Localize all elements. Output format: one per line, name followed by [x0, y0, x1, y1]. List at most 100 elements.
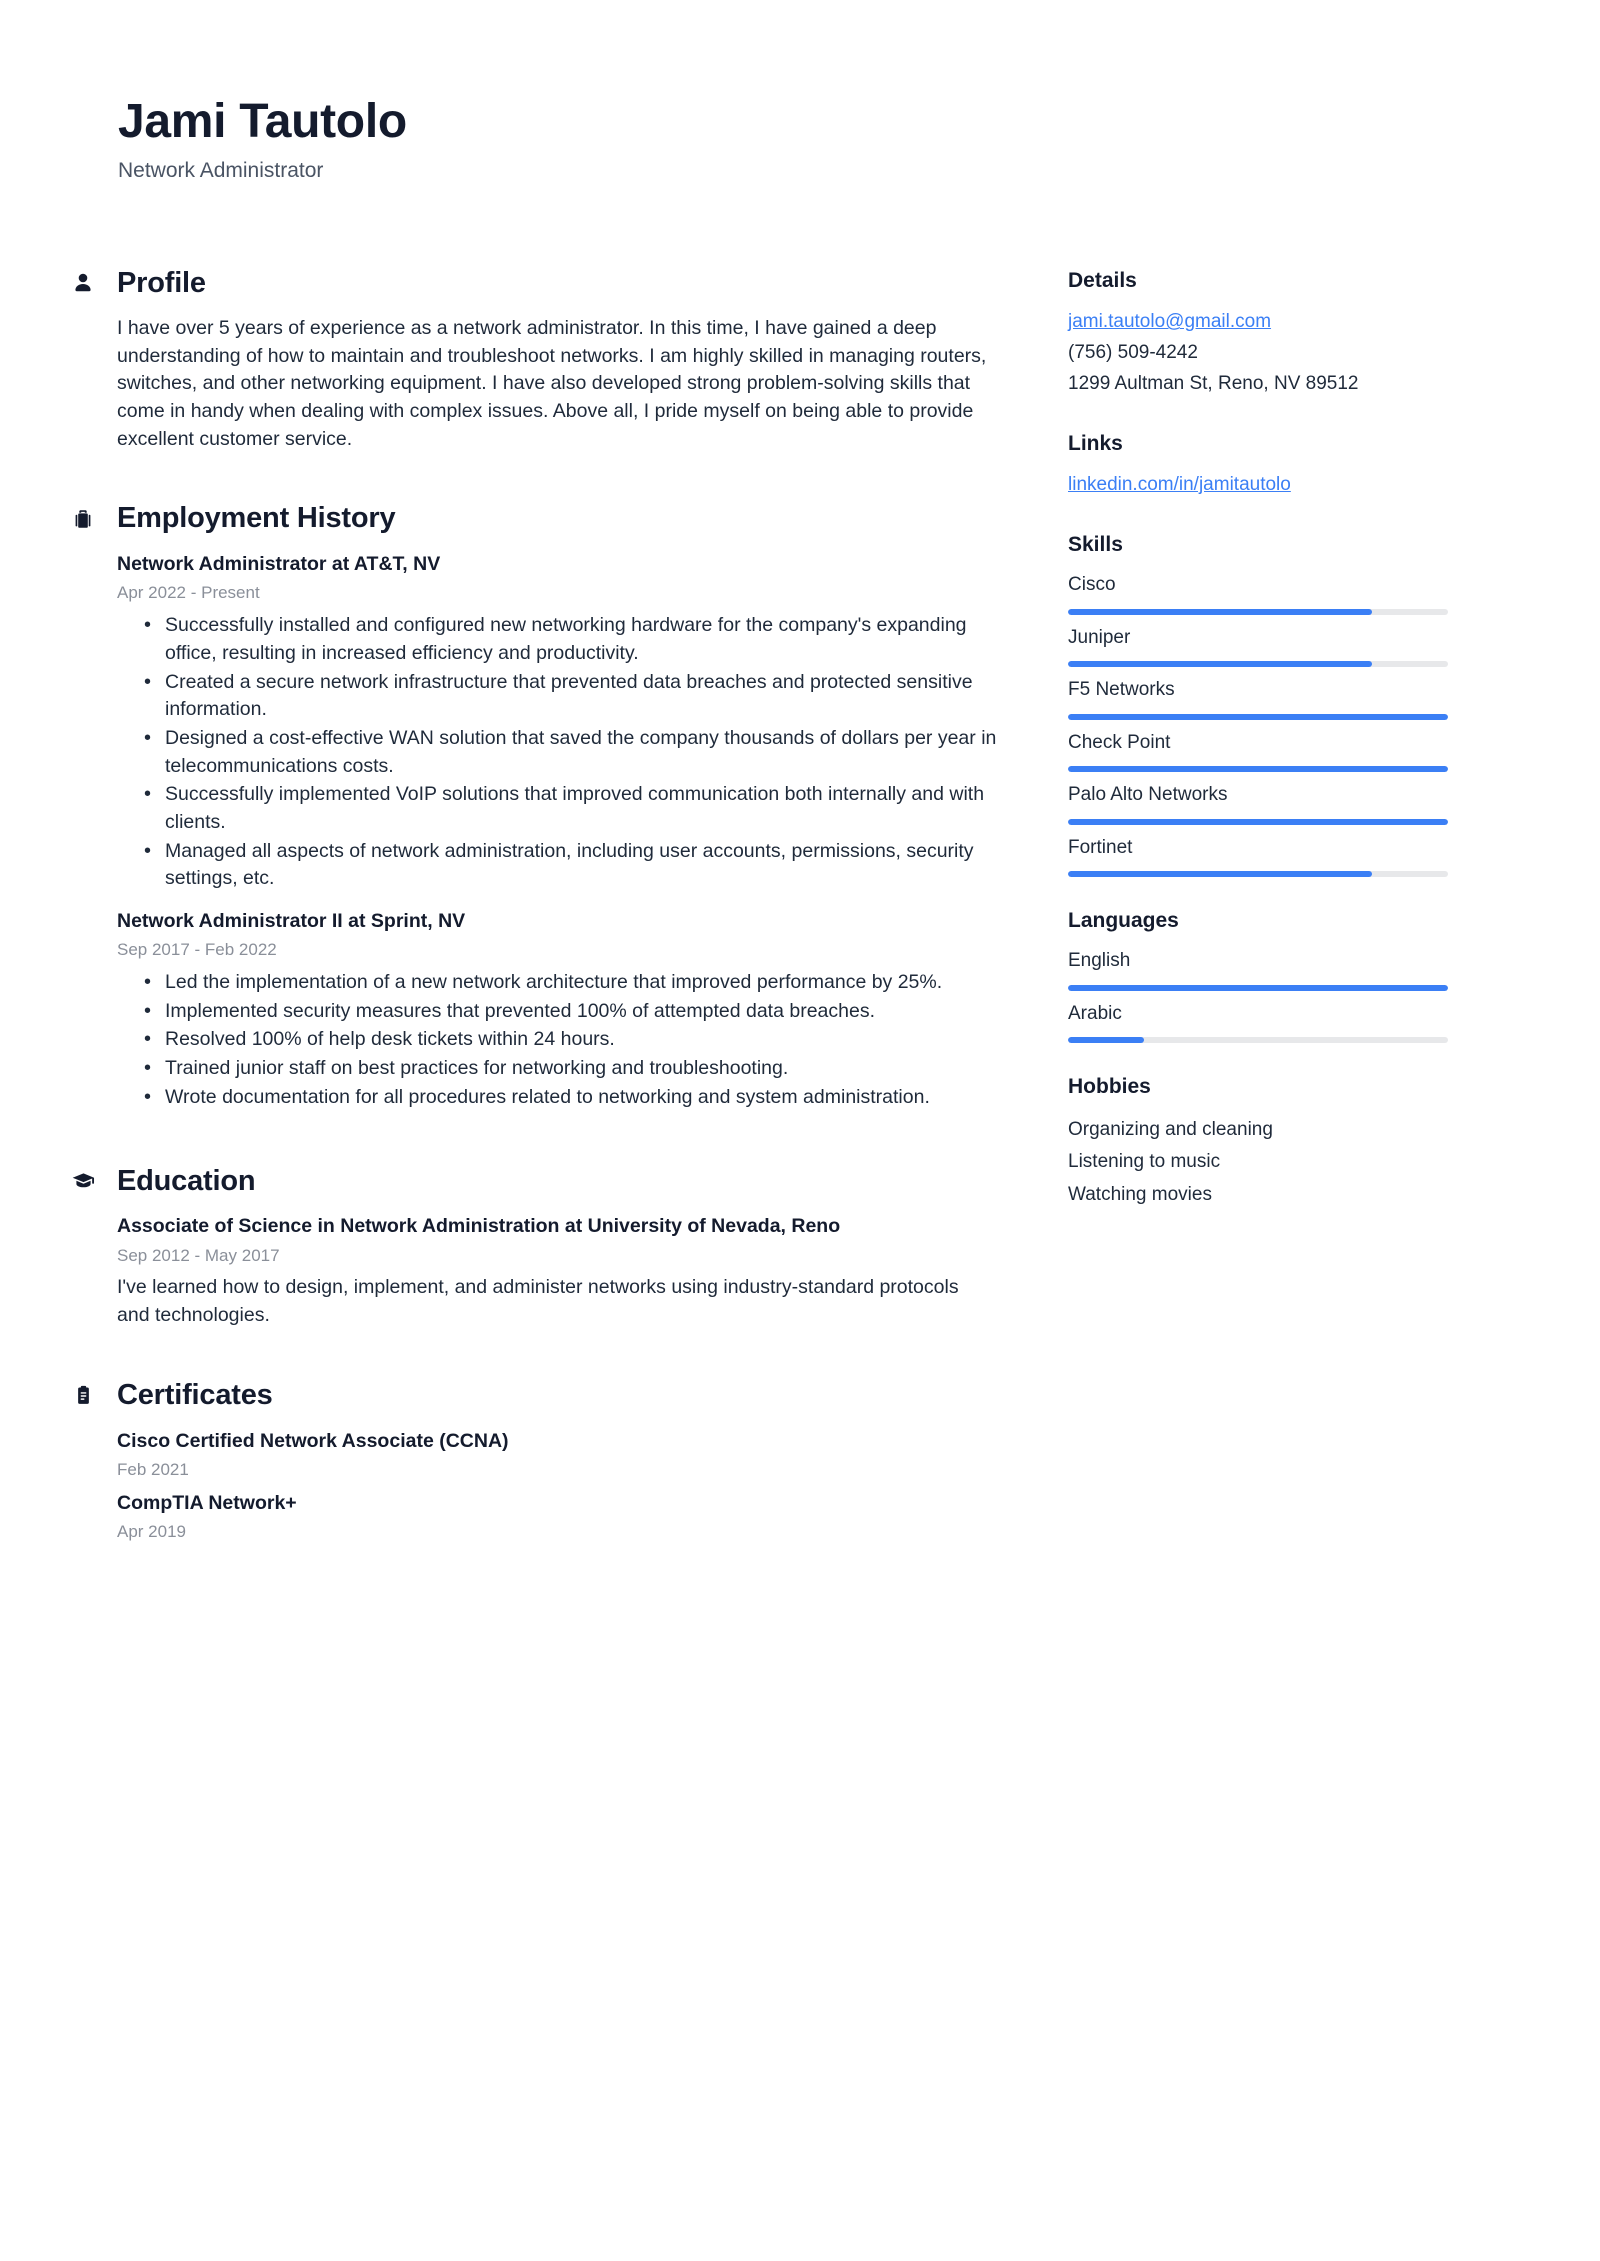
employment-entry: Network Administrator II at Sprint, NV S…	[117, 907, 1000, 1112]
section-certificates: Certificates Cisco Certified Network Ass…	[70, 1378, 1000, 1544]
education-description: I've learned how to design, implement, a…	[117, 1276, 959, 1327]
sidebar-heading-links: Links	[1068, 431, 1123, 455]
clipboard-icon	[70, 1382, 96, 1408]
skill-item: Juniper	[1068, 624, 1448, 667]
resume-page: Jami Tautolo Network Administrator Profi…	[0, 0, 1600, 2261]
job-title: Network Administrator	[118, 158, 324, 182]
skill-bar-fill	[1068, 871, 1372, 877]
main-column: Profile I have over 5 years of experienc…	[70, 266, 1000, 1554]
skill-item: Check Point	[1068, 729, 1448, 772]
skill-label: Juniper	[1068, 626, 1131, 648]
section-title-certificates: Certificates	[117, 1378, 273, 1411]
language-label: English	[1068, 950, 1131, 972]
skill-item: Cisco	[1068, 571, 1448, 615]
skill-bar-track	[1068, 713, 1448, 720]
skill-label: Fortinet	[1068, 836, 1133, 858]
education-title: Associate of Science in Network Administ…	[117, 1215, 841, 1238]
certificate-date: Apr 2019	[117, 1521, 186, 1541]
language-bar-track	[1068, 984, 1448, 991]
sidebar-heading-details: Details	[1068, 269, 1137, 293]
sidebar-section-links: Links linkedin.com/in/jamitautolo	[1068, 430, 1448, 501]
language-bar-fill	[1068, 984, 1448, 991]
skill-bar-fill	[1068, 713, 1448, 720]
skill-bar-track	[1068, 661, 1448, 667]
graduation-cap-icon	[70, 1168, 96, 1194]
skill-item: Fortinet	[1068, 834, 1448, 877]
list-item: Led the implementation of a new network …	[117, 968, 1000, 997]
address-text: 1299 Aultman St, Reno, NV 89512	[1068, 372, 1359, 394]
section-education: Education Associate of Science in Networ…	[70, 1164, 1000, 1330]
section-title-profile: Profile	[117, 267, 206, 300]
section-header-education: Education	[70, 1164, 1000, 1199]
linkedin-link[interactable]: linkedin.com/in/jamitautolo	[1068, 470, 1291, 501]
sidebar: Details jami.tautolo@gmail.com (756) 509…	[1068, 266, 1448, 1242]
skill-item: Palo Alto Networks	[1068, 781, 1448, 825]
education-date: Sep 2012 - May 2017	[117, 1245, 280, 1265]
language-item: Arabic	[1068, 1000, 1448, 1044]
list-item: Created a secure network infrastructure …	[117, 668, 1000, 724]
list-item: Wrote documentation for all procedures r…	[117, 1083, 1000, 1112]
skill-label: Cisco	[1068, 574, 1116, 595]
section-title-employment: Employment History	[117, 502, 396, 535]
skill-bar-fill	[1068, 661, 1372, 667]
certificate-entry: Cisco Certified Network Associate (CCNA)…	[117, 1427, 1000, 1482]
section-title-education: Education	[117, 1164, 256, 1197]
employment-bullets: Successfully installed and configured ne…	[117, 611, 1000, 893]
sidebar-section-details: Details jami.tautolo@gmail.com (756) 509…	[1068, 267, 1448, 400]
profile-text: I have over 5 years of experience as a n…	[117, 316, 987, 450]
person-icon	[70, 270, 96, 296]
skill-bar-track	[1068, 871, 1448, 877]
employment-title: Network Administrator II at Sprint, NV	[117, 910, 466, 933]
sidebar-section-skills: Skills Cisco Juniper F5 Networks Check P…	[1068, 531, 1448, 877]
skill-bar-fill	[1068, 766, 1448, 772]
sidebar-section-languages: Languages English Arabic	[1068, 907, 1448, 1044]
language-bar-fill	[1068, 1037, 1144, 1044]
sidebar-section-hobbies: Hobbies Organizing and cleaning Listenin…	[1068, 1073, 1448, 1211]
hobby-item: Listening to music	[1068, 1151, 1221, 1173]
list-item: Resolved 100% of help desk tickets withi…	[117, 1025, 1000, 1054]
list-item: Managed all aspects of network administr…	[117, 837, 1000, 893]
skill-bar-fill	[1068, 608, 1372, 615]
employment-date: Sep 2017 - Feb 2022	[117, 940, 277, 960]
education-entry: Associate of Science in Network Administ…	[117, 1212, 1000, 1329]
skill-bar-fill	[1068, 818, 1448, 825]
list-item: Trained junior staff on best practices f…	[117, 1054, 1000, 1083]
certificate-title: Cisco Certified Network Associate (CCNA)	[117, 1429, 509, 1452]
email-link[interactable]: jami.tautolo@gmail.com	[1068, 307, 1271, 338]
phone-text: (756) 509-4242	[1068, 342, 1198, 364]
certificate-title: CompTIA Network+	[117, 1491, 297, 1514]
section-employment: Employment History Network Administrator…	[70, 501, 1000, 1111]
list-item: Designed a cost-effective WAN solution t…	[117, 724, 1000, 780]
skill-item: F5 Networks	[1068, 676, 1448, 720]
list-item: Successfully implemented VoIP solutions …	[117, 780, 1000, 836]
employment-date: Apr 2022 - Present	[117, 583, 260, 603]
employment-bullets: Led the implementation of a new network …	[117, 968, 1000, 1112]
sidebar-heading-hobbies: Hobbies	[1068, 1075, 1151, 1099]
section-body-education: Associate of Science in Network Administ…	[70, 1212, 1000, 1329]
skill-bar-track	[1068, 766, 1448, 772]
section-body-employment: Network Administrator at AT&T, NV Apr 20…	[70, 550, 1000, 1111]
section-header-certificates: Certificates	[70, 1378, 1000, 1413]
list-item: Implemented security measures that preve…	[117, 997, 1000, 1026]
section-profile: Profile I have over 5 years of experienc…	[70, 266, 1000, 453]
language-bar-track	[1068, 1037, 1448, 1044]
skill-bar-track	[1068, 818, 1448, 825]
certificate-entry: CompTIA Network+ Apr 2019	[117, 1489, 1000, 1544]
resume-header: Jami Tautolo Network Administrator	[0, 0, 1600, 184]
skill-label: Palo Alto Networks	[1068, 784, 1228, 805]
language-label: Arabic	[1068, 1002, 1122, 1024]
section-header-profile: Profile	[70, 266, 1000, 301]
section-header-employment: Employment History	[70, 501, 1000, 536]
employment-entry: Network Administrator at AT&T, NV Apr 20…	[117, 550, 1000, 893]
resume-body: Profile I have over 5 years of experienc…	[0, 266, 1600, 1554]
skill-label: F5 Networks	[1068, 679, 1175, 700]
page-title: Jami Tautolo	[118, 95, 407, 148]
briefcase-icon	[70, 506, 96, 532]
hobby-item: Watching movies	[1068, 1183, 1212, 1205]
sidebar-heading-skills: Skills	[1068, 532, 1123, 556]
list-item: Successfully installed and configured ne…	[117, 611, 1000, 667]
section-body-certificates: Cisco Certified Network Associate (CCNA)…	[70, 1427, 1000, 1544]
